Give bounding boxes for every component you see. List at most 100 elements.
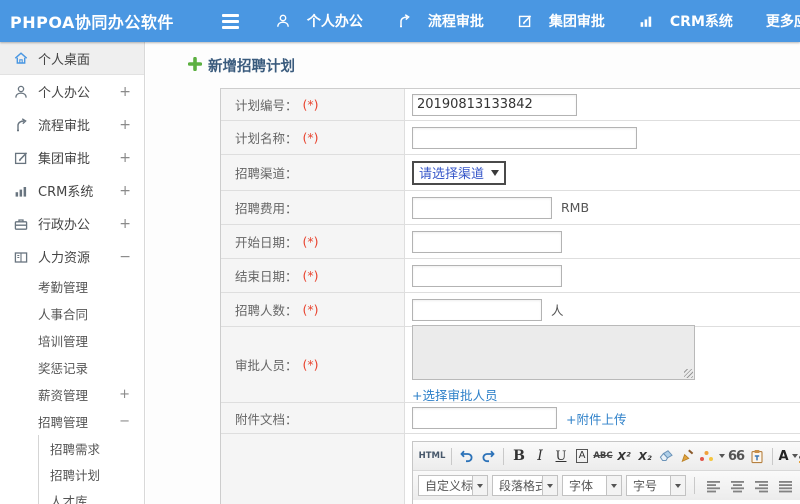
- blockquote-button[interactable]: 66: [726, 446, 746, 467]
- topnav-personal-office[interactable]: 个人办公: [275, 11, 363, 31]
- sidebar-item-group-approval[interactable]: 集团审批 +: [0, 141, 144, 174]
- eraser-icon[interactable]: [656, 446, 676, 467]
- label-text: 计划编号：: [235, 98, 298, 113]
- headcount-unit: 人: [551, 303, 564, 318]
- field-label: 招聘渠道：: [221, 155, 405, 190]
- topnav-label: 集团审批: [548, 14, 605, 30]
- cost-input[interactable]: [412, 196, 552, 219]
- superscript-button[interactable]: X²: [614, 446, 634, 467]
- label-text: 招聘费用：: [235, 201, 298, 216]
- sidebar-item-personal-office[interactable]: 个人办公 +: [0, 75, 144, 108]
- sidebar-subsubitem-label: 招聘需求: [50, 441, 101, 457]
- sidebar-subsubitem-recruit-demand[interactable]: 招聘需求: [39, 435, 144, 461]
- required-mark: (*): [302, 268, 319, 283]
- border-text-button[interactable]: A: [572, 446, 592, 467]
- sidebar-item-hr[interactable]: 人力资源 −: [0, 240, 144, 273]
- sidebar-item-label: 个人办公: [38, 86, 91, 101]
- sidebar-subsubitem-talent-pool[interactable]: 人才库: [39, 487, 144, 504]
- expand-plus-icon[interactable]: +: [119, 216, 131, 232]
- label-text: 招聘渠道：: [235, 166, 298, 181]
- plan-name-input[interactable]: [412, 126, 637, 149]
- sidebar-item-crm[interactable]: CRM系统 +: [0, 174, 144, 207]
- collapse-minus-icon[interactable]: −: [119, 414, 130, 429]
- expand-plus-icon[interactable]: +: [119, 84, 131, 100]
- expand-plus-icon[interactable]: +: [119, 183, 131, 199]
- topbar: PHPOA协同办公软件 个人办公 流程审批 集团审批 CRM系统 更多: [0, 0, 800, 42]
- sidebar-item-desktop[interactable]: 个人桌面: [0, 42, 144, 75]
- editor-content-area[interactable]: [413, 500, 800, 504]
- font-color-button[interactable]: A: [778, 446, 798, 467]
- start-date-input[interactable]: [412, 230, 562, 253]
- strikethrough-button[interactable]: ABC: [593, 446, 613, 467]
- attachment-upload-link[interactable]: +附件上传: [566, 409, 626, 428]
- underline-button[interactable]: U: [551, 446, 571, 467]
- resize-grip-icon[interactable]: [684, 369, 693, 378]
- editor-toolbar-row1: HTML B I U A ABC X² X₂ 66 A: [413, 442, 800, 471]
- custom-title-select[interactable]: 自定义标题: [418, 475, 488, 496]
- form-row-editor: HTML B I U A ABC X² X₂ 66 A 自定义标 段落格式 字体…: [221, 434, 800, 504]
- hamburger-menu-icon[interactable]: [221, 13, 239, 29]
- sidebar-subitem-label: 奖惩记录: [38, 361, 89, 376]
- expand-plus-icon[interactable]: +: [119, 387, 130, 402]
- undo-icon[interactable]: [457, 446, 477, 467]
- sidebar-subsubitem-label: 人才库: [50, 493, 88, 504]
- sidebar-subitem-training[interactable]: 培训管理: [0, 327, 144, 354]
- form-row-plan-no: 计划编号： (*): [221, 89, 800, 121]
- topnav-label: 个人办公: [306, 14, 363, 30]
- chart-icon: [13, 183, 29, 199]
- plan-no-input[interactable]: [412, 93, 577, 116]
- paste-icon[interactable]: [747, 446, 767, 467]
- expand-plus-icon[interactable]: +: [119, 117, 131, 133]
- align-left-icon[interactable]: [703, 475, 723, 496]
- chart-icon: [638, 13, 654, 29]
- attachment-input[interactable]: [412, 407, 557, 429]
- select-caret-icon: [606, 476, 621, 495]
- sidebar-item-process-approval[interactable]: 流程审批 +: [0, 108, 144, 141]
- align-center-icon[interactable]: [727, 475, 747, 496]
- html-source-button[interactable]: HTML: [418, 446, 446, 467]
- sidebar-subitem-recruit-mgmt[interactable]: 招聘管理 −: [0, 408, 144, 435]
- sidebar-subsubitem-recruit-plan[interactable]: 招聘计划: [39, 461, 144, 487]
- main-content: 新增招聘计划 计划编号： (*) 计划名称： (*) 招聘渠道：: [146, 42, 800, 504]
- brush-icon[interactable]: [677, 446, 697, 467]
- label-text: 开始日期：: [235, 235, 298, 250]
- align-justify-icon[interactable]: [775, 475, 795, 496]
- page-title-text: 新增招聘计划: [208, 59, 295, 75]
- process-icon: [13, 117, 29, 133]
- sidebar-subitem-rewards[interactable]: 奖惩记录: [0, 354, 144, 381]
- sidebar-item-label: 集团审批: [38, 152, 91, 167]
- headcount-input[interactable]: [412, 298, 542, 321]
- topnav-label: 流程审批: [427, 14, 484, 30]
- italic-button[interactable]: I: [530, 446, 550, 467]
- sparkle-icon[interactable]: [698, 446, 725, 467]
- topnav-more-apps[interactable]: 更多应用: [766, 11, 800, 31]
- bold-button[interactable]: B: [509, 446, 529, 467]
- topnav-group-approval[interactable]: 集团审批: [517, 11, 605, 31]
- end-date-input[interactable]: [412, 264, 562, 287]
- sidebar-subitem-label: 薪资管理: [38, 388, 89, 403]
- paragraph-format-select[interactable]: 段落格式: [492, 475, 558, 496]
- sidebar-subitem-attendance[interactable]: 考勤管理: [0, 273, 144, 300]
- redo-icon[interactable]: [478, 446, 498, 467]
- subscript-button[interactable]: X₂: [635, 446, 655, 467]
- user-icon: [275, 13, 291, 29]
- sidebar-subsubitem-label: 招聘计划: [50, 467, 101, 483]
- edit-icon: [517, 13, 533, 29]
- approvers-textarea[interactable]: [412, 325, 695, 380]
- field-label: 结束日期： (*): [221, 259, 405, 292]
- sidebar-subitem-salary[interactable]: 薪资管理 +: [0, 381, 144, 408]
- topnav-label: CRM系统: [669, 14, 733, 30]
- briefcase-icon: [13, 216, 29, 232]
- sidebar-subitem-hr-contract[interactable]: 人事合同: [0, 300, 144, 327]
- topnav-crm[interactable]: CRM系统: [638, 11, 733, 31]
- sidebar-item-admin-office[interactable]: 行政办公 +: [0, 207, 144, 240]
- choose-approvers-link[interactable]: +选择审批人员: [412, 385, 695, 404]
- collapse-minus-icon[interactable]: −: [119, 249, 131, 265]
- channel-select[interactable]: 请选择渠道: [412, 160, 507, 185]
- font-family-select[interactable]: 字体: [562, 475, 622, 496]
- expand-plus-icon[interactable]: +: [119, 150, 131, 166]
- align-right-icon[interactable]: [751, 475, 771, 496]
- sidebar-subitem-label: 培训管理: [38, 334, 89, 349]
- font-size-select[interactable]: 字号: [626, 475, 686, 496]
- topnav-process-approval[interactable]: 流程审批: [396, 11, 484, 31]
